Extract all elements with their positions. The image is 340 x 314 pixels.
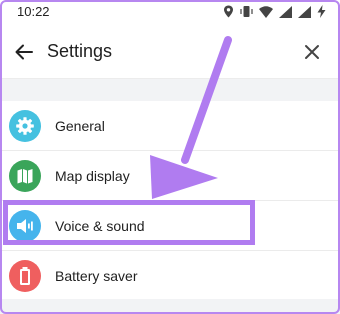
annotation-arrow-icon bbox=[150, 36, 232, 199]
